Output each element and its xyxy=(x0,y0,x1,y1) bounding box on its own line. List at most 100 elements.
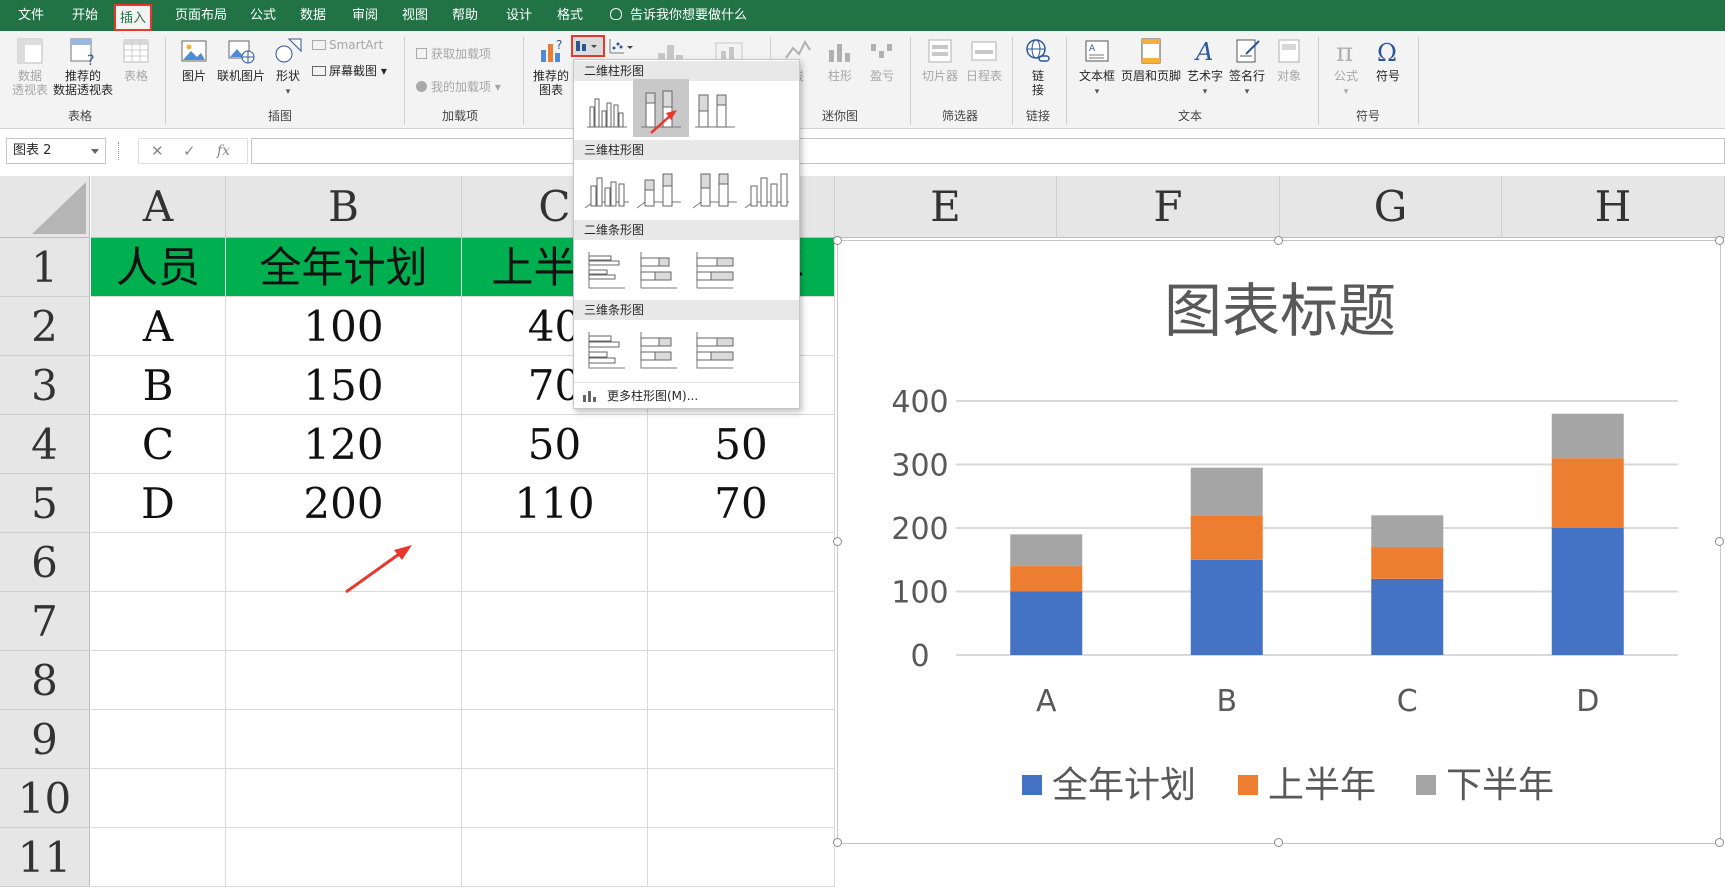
data-cell[interactable] xyxy=(91,828,226,887)
data-cell[interactable]: 50 xyxy=(648,415,835,474)
more-column-charts-link[interactable]: 更多柱形图(M)... xyxy=(574,382,799,408)
tab-formulas[interactable]: 公式 xyxy=(250,0,276,31)
data-cell[interactable] xyxy=(462,533,648,592)
resize-handle[interactable] xyxy=(833,537,842,546)
column-header-e[interactable]: E xyxy=(835,176,1057,238)
data-cell[interactable] xyxy=(226,769,462,828)
data-cell[interactable]: 50 xyxy=(462,415,648,474)
clustered-bar-option[interactable] xyxy=(581,244,633,296)
recommended-pivot-button[interactable]: ? 推荐的 数据透视表 xyxy=(50,36,116,97)
data-cell[interactable] xyxy=(462,592,648,651)
get-addins-button[interactable]: 获取加载项 xyxy=(416,45,491,62)
table-button[interactable]: 表格 xyxy=(116,36,156,83)
column-header-b[interactable]: B xyxy=(226,176,462,238)
row-header-5[interactable]: 5 xyxy=(0,474,90,533)
link-button[interactable]: 链接 xyxy=(1020,36,1056,97)
data-cell[interactable] xyxy=(462,828,648,887)
percent-stacked-column-option[interactable] xyxy=(689,85,741,137)
row-header-9[interactable]: 9 xyxy=(0,710,90,769)
column-header-h[interactable]: H xyxy=(1502,176,1725,238)
wordart-button[interactable]: A 艺术字 ▾ xyxy=(1184,36,1226,99)
resize-handle[interactable] xyxy=(833,236,842,245)
resize-handle[interactable] xyxy=(1715,537,1724,546)
data-cell[interactable] xyxy=(91,710,226,769)
tab-home[interactable]: 开始 xyxy=(72,0,98,31)
stacked-bar-option[interactable] xyxy=(633,244,685,296)
data-cell[interactable]: 200 xyxy=(226,474,462,533)
clustered-column-option[interactable] xyxy=(581,85,633,137)
row-header-1[interactable]: 1 xyxy=(0,238,90,297)
data-cell[interactable] xyxy=(226,651,462,710)
header-cell[interactable]: 全年计划 xyxy=(226,238,462,297)
data-cell[interactable] xyxy=(91,533,226,592)
row-header-2[interactable]: 2 xyxy=(0,297,90,356)
cancel-icon[interactable]: ✕ xyxy=(151,139,164,163)
tab-design[interactable]: 设计 xyxy=(506,0,532,31)
fx-icon[interactable]: fx xyxy=(217,139,230,163)
resize-handle[interactable] xyxy=(833,838,842,847)
slicer-button[interactable]: 切片器 xyxy=(918,36,962,83)
data-cell[interactable] xyxy=(648,710,835,769)
tab-data[interactable]: 数据 xyxy=(300,0,326,31)
data-cell[interactable]: 110 xyxy=(462,474,648,533)
screenshot-button[interactable]: 屏幕截图 ▾ xyxy=(312,62,387,79)
row-header-4[interactable]: 4 xyxy=(0,415,90,474)
equation-button[interactable]: π 公式 ▾ xyxy=(1328,36,1364,99)
my-addins-button[interactable]: 我的加载项 ▾ xyxy=(416,78,501,95)
signature-line-button[interactable]: 签名行 ▾ xyxy=(1226,36,1268,99)
data-cell[interactable]: C xyxy=(91,415,226,474)
data-cell[interactable] xyxy=(226,592,462,651)
select-all-corner[interactable] xyxy=(0,176,90,238)
textbox-button[interactable]: A 文本框 ▾ xyxy=(1076,36,1118,99)
pictures-button[interactable]: 图片 xyxy=(176,36,212,83)
data-cell[interactable]: D xyxy=(91,474,226,533)
recommended-charts-button[interactable]: ? 推荐的 图表 xyxy=(530,36,572,97)
stacked-column-option[interactable] xyxy=(633,79,689,137)
resize-handle[interactable] xyxy=(1715,838,1724,847)
timeline-button[interactable]: 日程表 xyxy=(962,36,1006,83)
tab-help[interactable]: 帮助 xyxy=(452,0,478,31)
3d-percent-stacked-column-option[interactable] xyxy=(689,164,741,216)
sparkline-column-button[interactable]: 柱形 xyxy=(822,36,858,83)
row-header-10[interactable]: 10 xyxy=(0,769,90,828)
header-footer-button[interactable]: 页眉和页脚 xyxy=(1118,36,1184,83)
data-cell[interactable] xyxy=(91,769,226,828)
smartart-button[interactable]: SmartArt xyxy=(312,38,383,52)
data-cell[interactable]: 100 xyxy=(226,297,462,356)
symbol-button[interactable]: Ω 符号 xyxy=(1370,36,1406,83)
object-button[interactable]: 对象 xyxy=(1268,36,1310,83)
formula-input[interactable] xyxy=(251,138,1725,164)
row-header-11[interactable]: 11 xyxy=(0,828,90,887)
3d-stacked-bar-option[interactable] xyxy=(633,324,685,376)
data-cell[interactable]: 120 xyxy=(226,415,462,474)
data-cell[interactable] xyxy=(462,710,648,769)
data-cell[interactable] xyxy=(648,769,835,828)
data-cell[interactable] xyxy=(226,710,462,769)
data-cell[interactable] xyxy=(462,769,648,828)
percent-stacked-bar-option[interactable] xyxy=(689,244,741,296)
header-cell[interactable]: 人员 xyxy=(91,238,226,297)
name-box[interactable]: 图表 2 xyxy=(6,138,106,164)
scatter-chart-button[interactable] xyxy=(608,37,634,57)
tell-me-box[interactable]: 告诉我你想要做什么 xyxy=(610,0,747,31)
data-cell[interactable]: 150 xyxy=(226,356,462,415)
data-cell[interactable]: 70 xyxy=(648,474,835,533)
tab-view[interactable]: 视图 xyxy=(402,0,428,31)
pivot-table-button[interactable]: 数据 透视表 xyxy=(8,36,52,97)
resize-handle[interactable] xyxy=(1274,838,1283,847)
column-header-a[interactable]: A xyxy=(91,176,226,238)
tab-page-layout[interactable]: 页面布局 xyxy=(175,0,227,31)
data-cell[interactable] xyxy=(91,651,226,710)
column-header-f[interactable]: F xyxy=(1057,176,1280,238)
data-cell[interactable] xyxy=(648,533,835,592)
3d-percent-stacked-bar-option[interactable] xyxy=(689,324,741,376)
online-pictures-button[interactable]: 联机图片 xyxy=(214,36,268,83)
resize-handle[interactable] xyxy=(1274,236,1283,245)
column-chart-button[interactable] xyxy=(571,35,605,57)
data-cell[interactable] xyxy=(648,592,835,651)
row-header-8[interactable]: 8 xyxy=(0,651,90,710)
data-cell[interactable] xyxy=(648,828,835,887)
data-cell[interactable]: B xyxy=(91,356,226,415)
tab-format[interactable]: 格式 xyxy=(557,0,583,31)
3d-column-option[interactable] xyxy=(741,164,793,216)
